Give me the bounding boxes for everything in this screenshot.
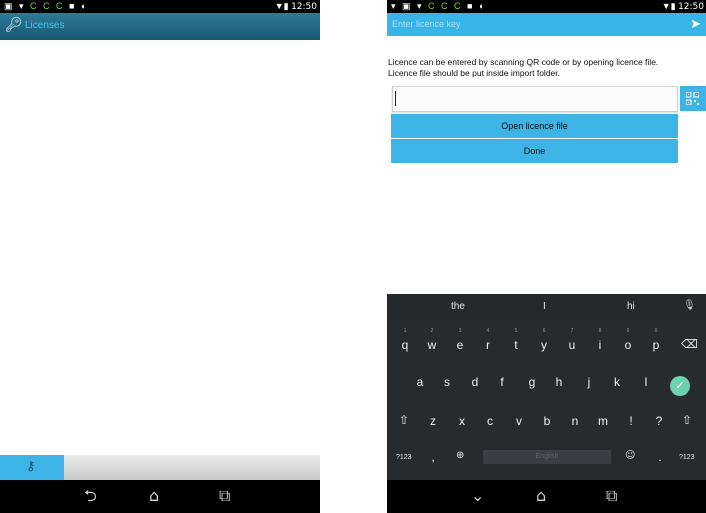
key-c[interactable]: c (479, 414, 501, 428)
key-f[interactable]: f (491, 375, 513, 389)
key-o[interactable]: o (617, 338, 639, 352)
clock: 12:50 (291, 2, 317, 12)
key-l[interactable]: l (635, 375, 657, 389)
key-z[interactable]: z (422, 414, 444, 428)
key-hint: 0 (654, 328, 658, 334)
globe-icon[interactable]: ⊕ (456, 450, 464, 461)
symbols-key[interactable]: ?123 (679, 454, 695, 461)
key-t[interactable]: t (505, 338, 527, 352)
suggestion-3[interactable]: hi (627, 301, 635, 312)
key-exclamation[interactable]: ! (620, 414, 642, 428)
key-k[interactable]: k (606, 375, 628, 389)
suggestion-1[interactable]: the (451, 301, 465, 312)
backspace-icon[interactable]: ⌫ (681, 337, 698, 351)
key-r[interactable]: r (477, 338, 499, 352)
key-j[interactable]: j (578, 375, 600, 389)
page-title: Licenses (25, 20, 65, 31)
key-comma[interactable]: , (422, 450, 444, 464)
status-bar: ▣ ▾ C C C ■ ◐ ▼▮ 12:50 (0, 0, 320, 13)
key-h[interactable]: h (548, 375, 570, 389)
shift-icon[interactable]: ⇧ (682, 413, 692, 427)
hide-keyboard-icon[interactable]: ⌄ (471, 487, 484, 505)
licence-key-input[interactable]: Enter licence key (392, 19, 461, 29)
key-icon[interactable]: 🔑︎ (5, 17, 23, 33)
instructions-text: Licence can be entered by scanning QR co… (388, 57, 659, 78)
key-q[interactable]: q (394, 338, 416, 352)
key-v[interactable]: v (508, 414, 530, 428)
home-icon[interactable]: ⌂ (149, 487, 159, 505)
soft-keyboard: the I hi 🎙︎ 1 2 3 4 5 6 7 8 9 0 q w e r … (387, 294, 706, 480)
notification-icons: ▾ ▣ ▾ C C C ■ ◐ (391, 1, 487, 11)
enter-key-checkmark-icon[interactable]: ✓ (670, 376, 690, 396)
key-period[interactable]: . (649, 450, 671, 464)
key-hint: 9 (626, 328, 630, 334)
key-y[interactable]: y (533, 338, 555, 352)
key-hint: 8 (598, 328, 602, 334)
key-n[interactable]: n (564, 414, 586, 428)
key-hint: 7 (570, 328, 574, 334)
suggestion-strip: the I hi 🎙︎ (387, 294, 706, 320)
licence-key-bar: Enter licence key ➤ (387, 13, 706, 36)
qr-code-icon (686, 92, 699, 105)
key-hint: 3 (458, 328, 462, 334)
send-icon[interactable]: ➤ (690, 17, 701, 32)
key-hint: 2 (430, 328, 434, 334)
symbols-key[interactable]: ?123 (396, 454, 412, 461)
key-p[interactable]: p (645, 338, 667, 352)
key-icon: ⚷ (26, 459, 36, 474)
key-a[interactable]: a (409, 375, 431, 389)
key-w[interactable]: w (421, 338, 443, 352)
suggestion-2[interactable]: I (543, 301, 546, 312)
key-s[interactable]: s (436, 375, 458, 389)
navigation-bar: ⮌ ⌂ ⧉ (0, 480, 320, 513)
clock: 12:50 (678, 2, 704, 12)
licence-text-field[interactable] (392, 86, 678, 112)
licenses-screen: ▣ ▾ C C C ■ ◐ ▼▮ 12:50 🔑︎ Licenses ⚷ ⮌ ⌂… (0, 0, 320, 513)
key-x[interactable]: x (451, 414, 473, 428)
key-d[interactable]: d (464, 375, 486, 389)
scan-qr-button[interactable] (680, 86, 706, 111)
key-e[interactable]: e (449, 338, 471, 352)
key-hint: 4 (486, 328, 490, 334)
enter-licence-screen: ▾ ▣ ▾ C C C ■ ◐ ▼▮ 12:50 Enter licence k… (387, 0, 706, 513)
key-hint: 6 (542, 328, 546, 334)
key-m[interactable]: m (592, 414, 614, 428)
text-cursor (395, 91, 396, 106)
notification-icons: ▣ ▾ C C C ■ ◐ (4, 1, 89, 11)
key-g[interactable]: g (521, 375, 543, 389)
bottom-toolbar: ⚷ (0, 455, 320, 480)
key-u[interactable]: u (561, 338, 583, 352)
done-button[interactable]: Done (391, 139, 678, 163)
recent-apps-icon[interactable]: ⧉ (606, 487, 617, 505)
key-question[interactable]: ? (648, 414, 670, 428)
key-hint: 5 (514, 328, 518, 334)
status-right: ▼▮ 12:50 (274, 1, 317, 12)
key-hint: 1 (403, 328, 407, 334)
emoji-icon[interactable]: ☺ (625, 450, 635, 461)
status-bar: ▾ ▣ ▾ C C C ■ ◐ ▼▮ 12:50 (387, 0, 706, 13)
action-bar: 🔑︎ Licenses (0, 13, 320, 40)
status-right: ▼▮ 12:50 (661, 1, 704, 12)
navigation-bar: ⌄ ⌂ ⧉ (387, 480, 706, 513)
home-icon[interactable]: ⌂ (536, 487, 546, 505)
shift-icon[interactable]: ⇧ (399, 413, 409, 427)
key-i[interactable]: i (589, 338, 611, 352)
back-icon[interactable]: ⮌ (84, 487, 97, 505)
open-licence-file-button[interactable]: Open licence file (391, 114, 678, 138)
recent-apps-icon[interactable]: ⧉ (219, 487, 230, 505)
microphone-icon[interactable]: 🎙︎ (683, 300, 696, 311)
space-bar[interactable]: English (483, 450, 611, 464)
add-licence-button[interactable]: ⚷ (0, 455, 64, 480)
key-b[interactable]: b (536, 414, 558, 428)
